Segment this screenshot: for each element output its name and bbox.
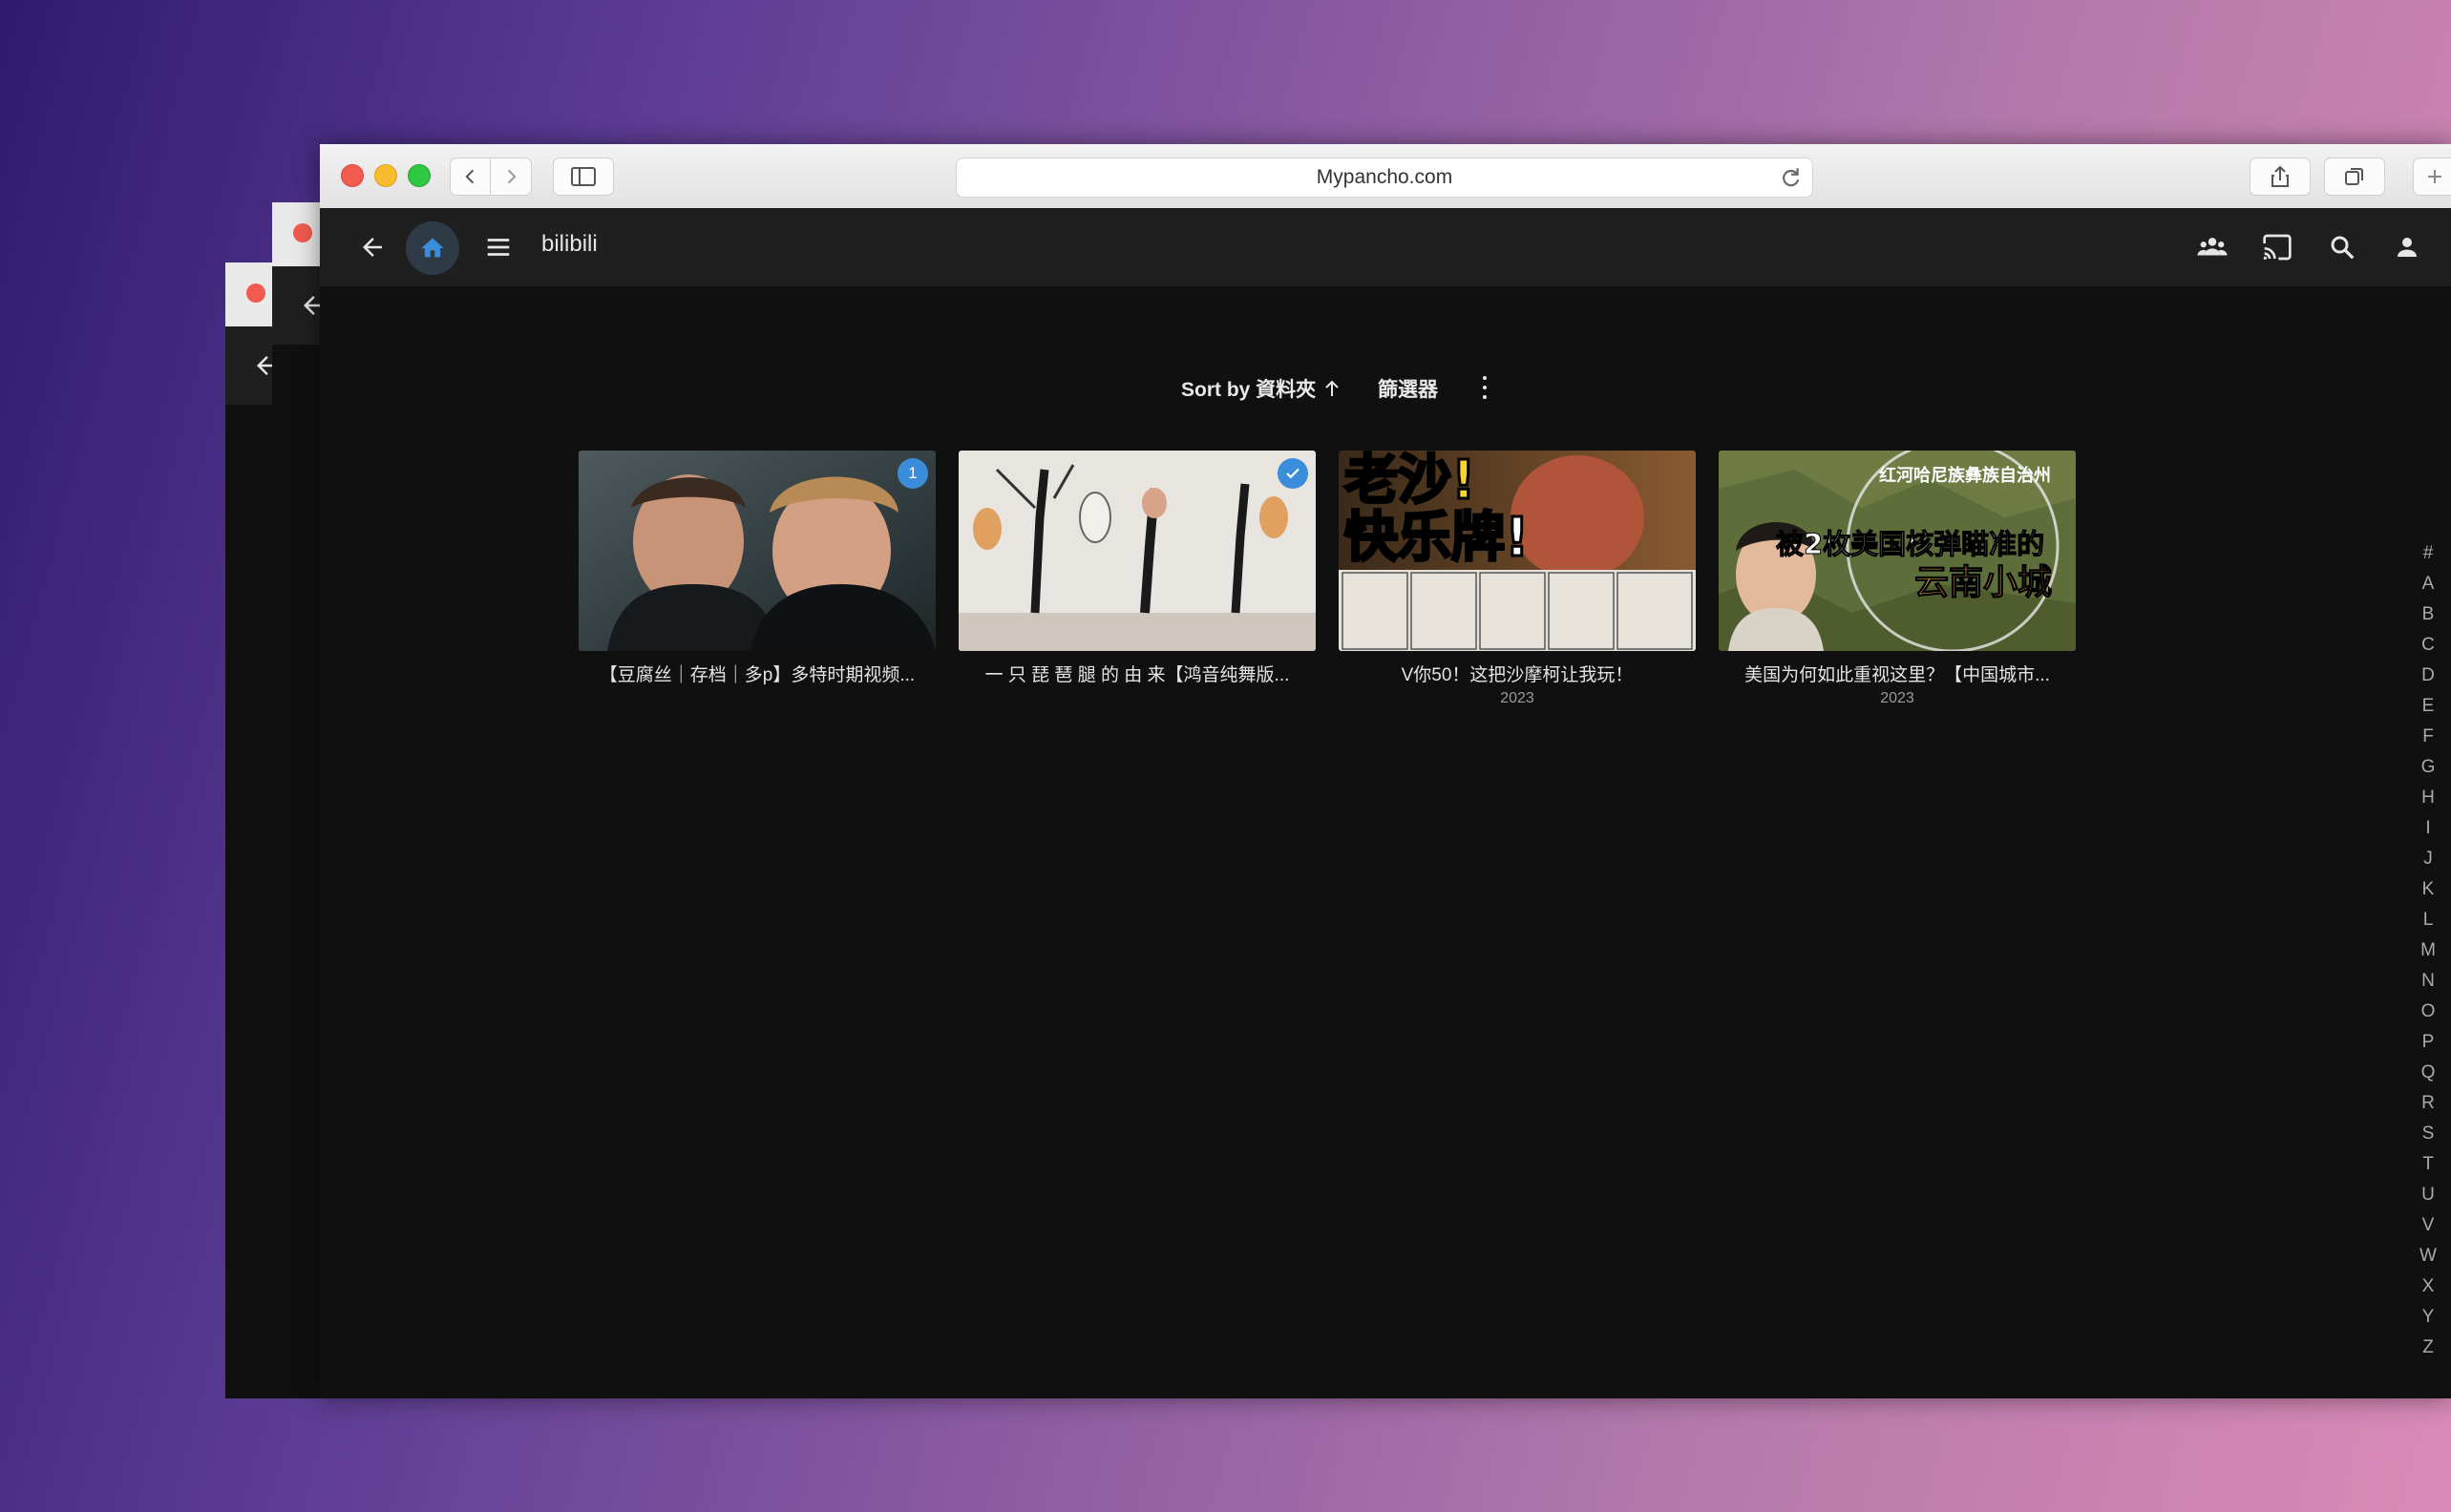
plus-icon (2428, 170, 2441, 183)
sort-button[interactable]: Sort by 資料夾 (1181, 374, 1341, 403)
share-button[interactable] (2250, 158, 2311, 196)
cast-button[interactable] (2257, 227, 2297, 267)
cast-icon (2263, 234, 2292, 261)
alphabet-index-letter[interactable]: N (2409, 966, 2447, 997)
thumbnail-caption: 快乐牌! (1344, 507, 1530, 569)
card-title[interactable]: 【豆腐丝｜存档｜多p】多特时期视频... (579, 661, 936, 686)
minimize-window-button[interactable] (374, 164, 397, 187)
alphabet-index-letter[interactable]: J (2409, 844, 2447, 874)
home-button[interactable] (406, 221, 459, 275)
alphabet-index-letter[interactable]: M (2409, 935, 2447, 966)
alphabet-index-letter[interactable]: D (2409, 661, 2447, 691)
back-arrow-icon (363, 238, 382, 257)
card-title[interactable]: 一 只 琵 琶 腿 的 由 来【鸿音纯舞版... (959, 661, 1316, 686)
alphabet-index-letter[interactable]: F (2409, 722, 2447, 752)
group-icon (2197, 238, 2228, 256)
alphabet-index-letter[interactable]: R (2409, 1088, 2447, 1119)
library-toolbar: Sort by 資料夾 篩選器 (320, 374, 2451, 412)
media-card[interactable]: 一 只 琵 琶 腿 的 由 来【鸿音纯舞版... (959, 451, 1316, 686)
new-tab-button[interactable] (2413, 158, 2451, 196)
search-button[interactable] (2322, 227, 2362, 267)
alphabet-index-letter[interactable]: C (2409, 630, 2447, 661)
alphabet-index-letter[interactable]: W (2409, 1241, 2447, 1271)
alphabet-index-letter[interactable]: E (2409, 691, 2447, 722)
card-thumbnail[interactable]: 老沙! 快乐牌! (1339, 451, 1696, 651)
alphabet-index-letter[interactable]: I (2409, 813, 2447, 844)
user-icon (2398, 238, 2417, 257)
browser-window: Mypancho.com bilibili Sort by 資料夾 篩選器 1 … (320, 144, 2451, 1398)
card-thumbnail[interactable]: 红河哈尼族彝族自治州 被2枚美国核弹瞄准的 云南小城 (1719, 451, 2076, 651)
app-header: bilibili (320, 208, 2451, 286)
tab-overview-button[interactable] (2324, 158, 2385, 196)
user-button[interactable] (2387, 227, 2427, 267)
url-text: Mypancho.com (1316, 166, 1453, 188)
card-thumbnail[interactable]: 1 (579, 451, 936, 651)
alphabet-index-letter[interactable]: Z (2409, 1333, 2447, 1363)
card-year: 2023 (1500, 690, 1534, 706)
maximize-window-button[interactable] (408, 164, 431, 187)
media-card[interactable]: 1 【豆腐丝｜存档｜多p】多特时期视频... (579, 451, 936, 686)
browser-titlebar: Mypancho.com (320, 144, 2451, 209)
alphabet-index-letter[interactable]: H (2409, 783, 2447, 813)
arrow-up-icon (1325, 380, 1339, 396)
alphabet-index-letter[interactable]: S (2409, 1119, 2447, 1149)
alphabet-index-letter[interactable]: V (2409, 1210, 2447, 1241)
alphabet-index-letter[interactable]: T (2409, 1149, 2447, 1180)
media-card[interactable]: 老沙! 快乐牌! V你50！这把沙摩柯让我玩！ 2023 (1339, 451, 1696, 707)
filter-button[interactable]: 篩選器 (1378, 374, 1438, 403)
alphabet-index-letter[interactable]: U (2409, 1180, 2447, 1210)
sort-label: Sort by 資料夾 (1181, 379, 1317, 401)
search-icon (2331, 236, 2355, 260)
card-title[interactable]: V你50！这把沙摩柯让我玩！ (1339, 661, 1696, 686)
alphabet-index-letter[interactable]: Q (2409, 1058, 2447, 1088)
sidebar-toggle-button[interactable] (553, 158, 614, 196)
card-thumbnail[interactable] (959, 451, 1316, 651)
share-icon (2271, 165, 2289, 187)
unplayed-count-badge: 1 (898, 458, 928, 489)
thumbnail-image (579, 451, 936, 651)
media-card[interactable]: 红河哈尼族彝族自治州 被2枚美国核弹瞄准的 云南小城 美国为何如此重视这里？【中… (1719, 451, 2076, 707)
close-dot-icon (246, 284, 265, 303)
sidebar-icon (571, 167, 596, 186)
menu-button[interactable] (478, 227, 518, 267)
alphabet-index: # A B C D E F G H I J K L M N O P Q R S T U V W X Y Z (2409, 538, 2447, 1363)
alphabet-index-letter[interactable]: B (2409, 599, 2447, 630)
card-title[interactable]: 美国为何如此重视这里？【中国城市... (1719, 661, 2076, 686)
close-dot-icon (293, 223, 312, 242)
thumbnail-caption: 被2枚美国核弹瞄准的 (1776, 528, 2044, 560)
more-options-icon[interactable] (1479, 376, 1490, 399)
chevron-left-icon (465, 169, 475, 184)
card-year: 2023 (1880, 690, 1914, 706)
tabs-icon (2345, 168, 2363, 185)
address-bar[interactable]: Mypancho.com (956, 158, 1813, 198)
thumbnail-image: 红河哈尼族彝族自治州 被2枚美国核弹瞄准的 云南小城 (1719, 451, 2076, 651)
alphabet-index-letter[interactable]: # (2409, 538, 2447, 569)
reload-icon[interactable] (1778, 165, 1803, 190)
alphabet-index-letter[interactable]: X (2409, 1271, 2447, 1302)
thumbnail-image: 老沙! 快乐牌! (1339, 451, 1696, 651)
alphabet-index-letter[interactable]: K (2409, 874, 2447, 905)
played-check-icon (1278, 458, 1308, 489)
browser-forward-button[interactable] (490, 158, 532, 196)
thumbnail-caption: 老沙! (1344, 451, 1476, 512)
chevron-right-icon (507, 169, 517, 184)
browser-back-button[interactable] (450, 158, 492, 196)
back-button[interactable] (352, 227, 392, 267)
syncplay-button[interactable] (2192, 227, 2232, 267)
hamburger-menu-icon (487, 239, 510, 256)
close-window-button[interactable] (341, 164, 364, 187)
alphabet-index-letter[interactable]: Y (2409, 1302, 2447, 1333)
home-icon (421, 238, 444, 258)
thumbnail-caption: 红河哈尼族彝族自治州 (1879, 465, 2051, 486)
alphabet-index-letter[interactable]: O (2409, 997, 2447, 1027)
alphabet-index-letter[interactable]: L (2409, 905, 2447, 935)
library-title: bilibili (541, 231, 598, 257)
alphabet-index-letter[interactable]: G (2409, 752, 2447, 783)
alphabet-index-letter[interactable]: A (2409, 569, 2447, 599)
thumbnail-image (959, 451, 1316, 651)
alphabet-index-letter[interactable]: P (2409, 1027, 2447, 1058)
thumbnail-caption: 云南小城 (1914, 563, 2052, 602)
